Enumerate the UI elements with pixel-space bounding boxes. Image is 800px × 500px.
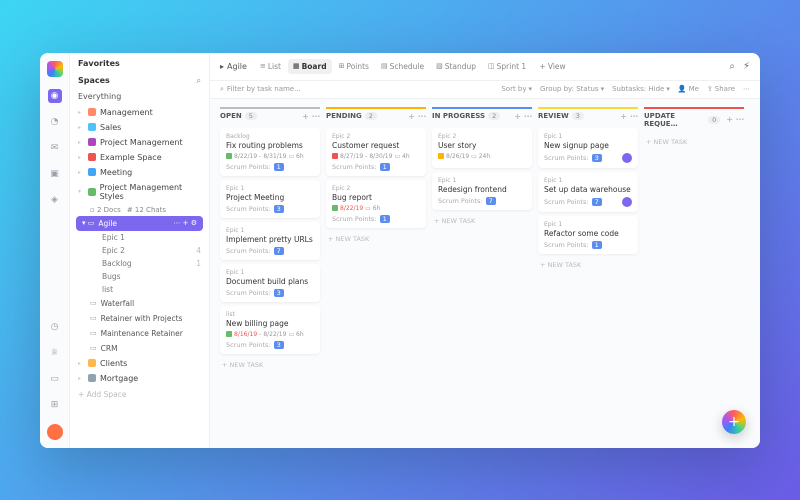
column-add-icon[interactable]: + [514,112,521,121]
new-task-button[interactable]: + NEW TASK [326,232,426,246]
space-item[interactable]: ▸Management [70,105,209,120]
list-item[interactable]: Epic 24 [70,244,209,257]
column-add-icon[interactable]: + [302,112,309,121]
space-item[interactable]: ▸Mortgage [70,371,209,386]
rail-time-icon[interactable]: ◷ [48,320,62,334]
column-add-icon[interactable]: + [408,112,415,121]
create-fab[interactable]: + [722,410,746,434]
column-header: IN PROGRESS2+⋯ [432,107,532,124]
view-tab[interactable]: ⊞Points [334,59,374,74]
share-button[interactable]: ⇪ Share [707,85,735,93]
column-add-icon[interactable]: + [620,112,627,121]
view-tab[interactable]: ◫Sprint 1 [483,59,531,74]
view-tab[interactable]: ▧Standup [431,59,481,74]
new-task-button[interactable]: + NEW TASK [538,258,638,272]
rail-notif-icon[interactable]: ◔ [48,115,62,129]
view-tab[interactable]: ≡List [255,59,286,74]
board-column: REVIEW3+⋯ Epic 1New signup pageScrum Poin… [538,107,638,440]
view-tab[interactable]: ▦Board [288,59,332,74]
board-column: PENDING2+⋯ Epic 2Customer request8/27/19 … [326,107,426,440]
more-icon[interactable]: ⋯ [743,85,750,93]
new-task-button[interactable]: + NEW TASK [644,135,744,149]
board-column: UPDATE REQUE…0+⋯ + NEW TASK [644,107,744,440]
column-add-icon[interactable]: + [726,115,733,124]
favorites-header[interactable]: Favorites [70,53,209,70]
me-button[interactable]: 👤 Me [678,85,699,93]
folder-agile[interactable]: ▾ ▭Agile⋯ + ⚙ [76,216,203,231]
search-icon[interactable]: ⌕ [729,61,735,72]
column-more-icon[interactable]: ⋯ [312,112,320,121]
app-logo[interactable] [47,61,63,77]
nav-rail: ◉ ◔ ✉ ▣ ◈ ◷ ♕ ▭ ⊞ [40,53,70,448]
spaces-header[interactable]: Spaces⌕ [70,70,209,88]
folder-item[interactable]: ▭Maintenance Retainer [70,326,209,341]
space-item[interactable]: ▸Clients [70,356,209,371]
filter-icon: ⌕ [220,85,224,94]
rail-trophy-icon[interactable]: ♕ [48,346,62,360]
task-card[interactable]: Epic 1Redesign frontendScrum Points:7 [432,172,532,210]
space-item[interactable]: ▸Meeting [70,165,209,180]
rail-apps-icon[interactable]: ⊞ [48,398,62,412]
list-item[interactable]: Backlog1 [70,257,209,270]
list-item[interactable]: Bugs [70,270,209,283]
task-card[interactable]: Epic 1Document build plansScrum Points:3 [220,264,320,302]
add-view-button[interactable]: + View [539,62,565,71]
folder-item[interactable]: ▭Waterfall [70,296,209,311]
rail-docs-icon[interactable]: ▣ [48,167,62,181]
column-header: PENDING2+⋯ [326,107,426,124]
column-header: UPDATE REQUE…0+⋯ [644,107,744,131]
task-card[interactable]: Epic 2User story8/26/19 ▭ 24h [432,128,532,168]
sidebar: Favorites Spaces⌕ Everything ▸Management… [70,53,210,448]
rail-goals-icon[interactable]: ◈ [48,193,62,207]
task-card[interactable]: Epic 2Customer request8/27/19 - 8/30/19 … [326,128,426,176]
column-more-icon[interactable]: ⋯ [736,115,744,124]
task-card[interactable]: BacklogFix routing problems8/22/19 - 8/3… [220,128,320,176]
top-bar: ▸ Agile ≡List▦Board⊞Points▤Schedule▧Stan… [210,53,760,81]
sort-button[interactable]: Sort by ▾ [501,85,532,93]
user-avatar[interactable] [47,424,63,440]
subtasks-button[interactable]: Subtasks: Hide ▾ [612,85,670,93]
task-card[interactable]: Epic 1Set up data warehouseScrum Points:… [538,172,638,212]
new-task-button[interactable]: + NEW TASK [220,358,320,372]
assignee-avatar[interactable] [622,197,632,207]
task-card[interactable]: Epic 1New signup pageScrum Points:3 [538,128,638,168]
add-space-button[interactable]: + Add Space [70,386,209,403]
task-card[interactable]: Epic 1Refactor some codeScrum Points:1 [538,216,638,254]
breadcrumb[interactable]: ▸ Agile [220,62,247,71]
folder-item[interactable]: ▭Retainer with Projects [70,311,209,326]
search-icon[interactable]: ⌕ [197,76,201,86]
task-card[interactable]: listNew billing page8/16/19 - 8/22/19 ▭ … [220,306,320,354]
task-card[interactable]: Epic 1Project MeetingScrum Points:3 [220,180,320,218]
column-more-icon[interactable]: ⋯ [524,112,532,121]
space-item[interactable]: ▸Project Management [70,135,209,150]
new-task-button[interactable]: + NEW TASK [432,214,532,228]
filter-bar: ⌕Filter by task name... Sort by ▾ Group … [210,81,760,99]
rail-home-icon[interactable]: ◉ [48,89,62,103]
group-button[interactable]: Group by: Status ▾ [540,85,604,93]
folder-item[interactable]: ▭CRM [70,341,209,356]
rail-inbox-icon[interactable]: ✉ [48,141,62,155]
task-card[interactable]: Epic 1Implement pretty URLsScrum Points:… [220,222,320,260]
column-header: REVIEW3+⋯ [538,107,638,124]
space-item[interactable]: ▸Sales [70,120,209,135]
space-item[interactable]: ▸Example Space [70,150,209,165]
assignee-avatar[interactable] [622,153,632,163]
space-item[interactable]: ▾Project Management Styles [70,180,209,204]
board-column: OPEN5+⋯ BacklogFix routing problems8/22/1… [220,107,320,440]
board-area: OPEN5+⋯ BacklogFix routing problems8/22/1… [210,99,760,448]
list-item[interactable]: Epic 1 [70,231,209,244]
column-more-icon[interactable]: ⋯ [630,112,638,121]
task-card[interactable]: Epic 2Bug report8/22/19 ▭ 6hScrum Points… [326,180,426,228]
list-item[interactable]: list [70,283,209,296]
view-tab[interactable]: ▤Schedule [376,59,429,74]
filter-input[interactable]: Filter by task name... [227,85,301,93]
everything-link[interactable]: Everything [70,88,209,105]
column-header: OPEN5+⋯ [220,107,320,124]
rail-help-icon[interactable]: ▭ [48,372,62,386]
board-column: IN PROGRESS2+⋯ Epic 2User story8/26/19 ▭ … [432,107,532,440]
automations-icon[interactable]: ⚡ [743,61,750,72]
column-more-icon[interactable]: ⋯ [418,112,426,121]
